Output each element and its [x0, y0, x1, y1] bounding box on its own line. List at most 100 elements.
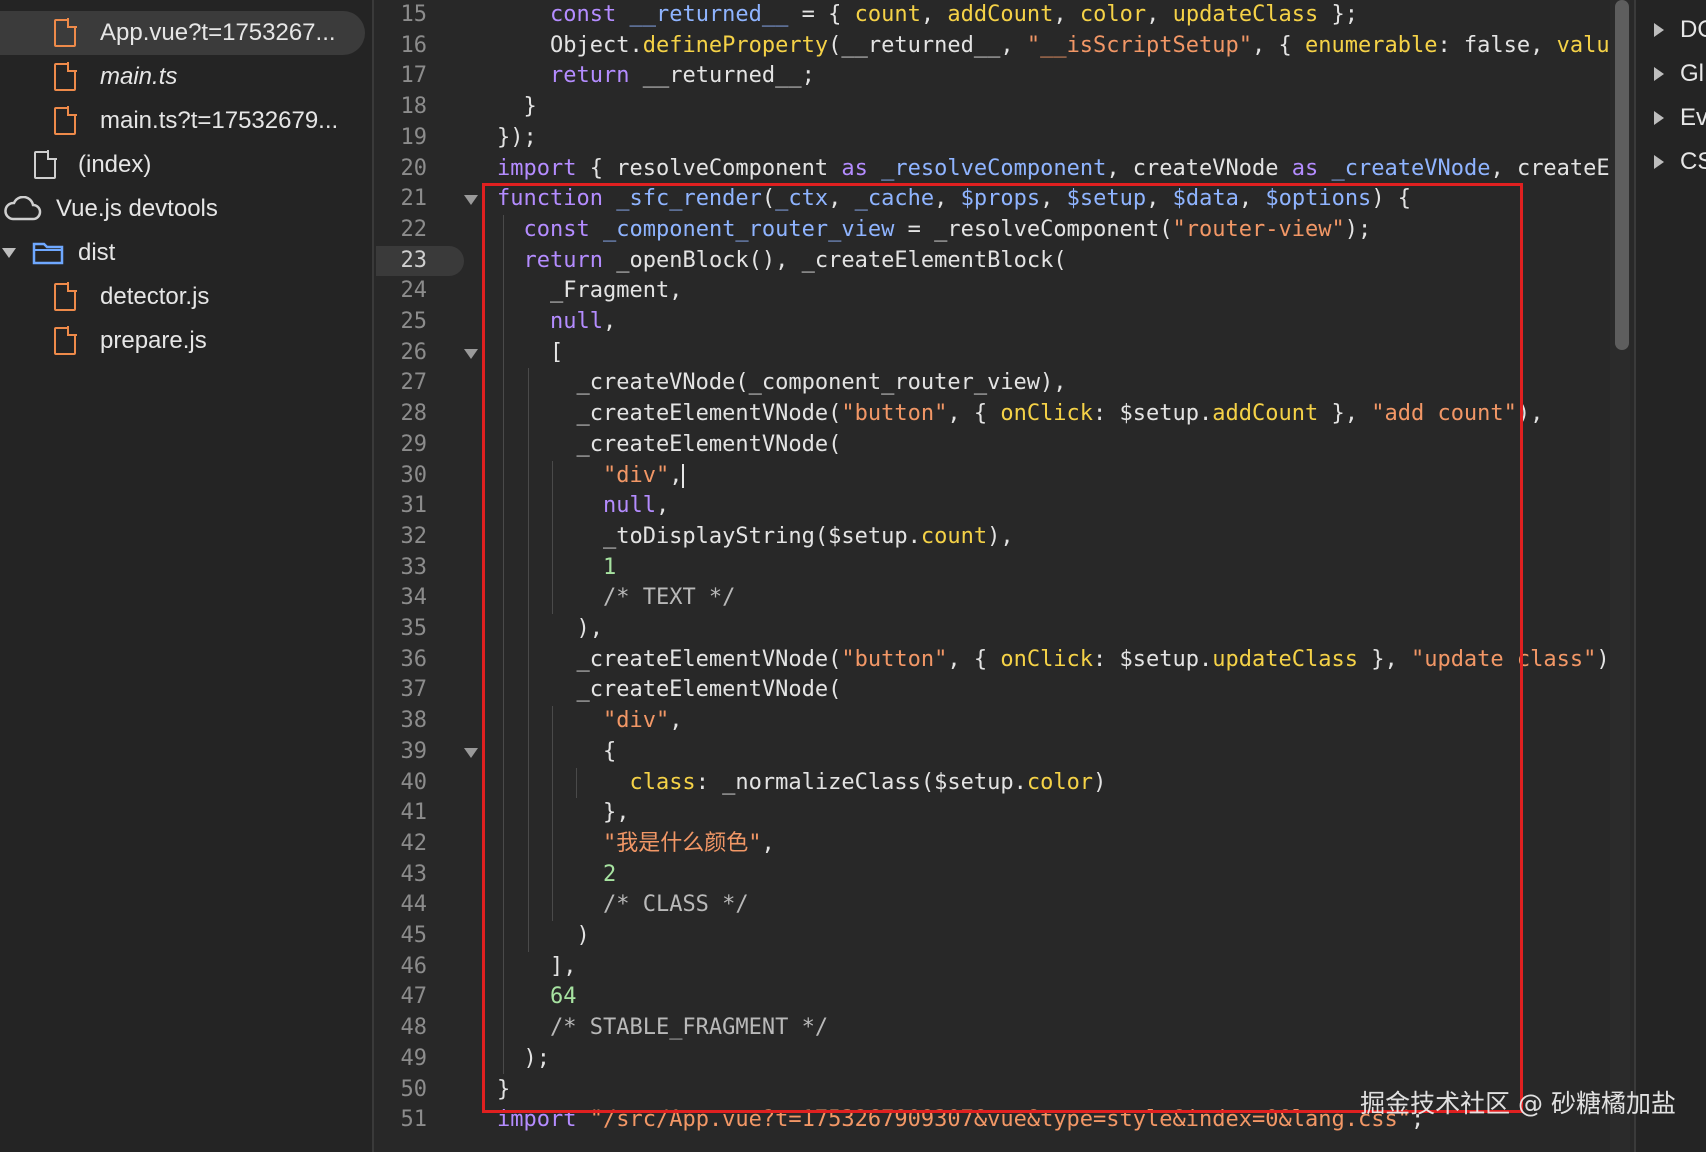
line-number[interactable]: 45 [376, 921, 451, 951]
line-number[interactable]: 15 [376, 0, 451, 30]
line-number[interactable]: 44 [376, 890, 451, 920]
panel-section-do[interactable]: DO [1654, 15, 1706, 45]
panel-section-gl[interactable]: Gl [1654, 59, 1704, 89]
code-token: }); [497, 124, 537, 150]
line-number[interactable]: 25 [376, 307, 451, 337]
code-line[interactable]: }, [497, 798, 630, 828]
code-line[interactable]: return _openBlock(), _createElementBlock… [497, 246, 1067, 276]
code-line[interactable]: 1 [497, 553, 616, 583]
code-line[interactable]: { [497, 737, 616, 767]
code-line[interactable]: "div", [497, 706, 682, 736]
fold-toggle-icon[interactable] [464, 747, 478, 758]
line-number[interactable]: 34 [376, 583, 451, 613]
code-line[interactable]: null, [497, 491, 669, 521]
code-line[interactable]: _createElementVNode( [497, 675, 841, 705]
code-line[interactable]: }); [497, 123, 537, 153]
code-line[interactable]: const __returned__ = { count, addCount, … [497, 0, 1358, 30]
line-number[interactable]: 43 [376, 860, 451, 890]
code-line[interactable]: function _sfc_render(_ctx, _cache, $prop… [497, 184, 1411, 214]
scrollbar-thumb[interactable] [1615, 0, 1629, 350]
chevron-right-icon[interactable] [1654, 23, 1664, 37]
line-number[interactable]: 19 [376, 123, 451, 153]
file-item-index[interactable]: (index) [0, 143, 370, 187]
tree-item-dist-folder[interactable]: dist [0, 231, 370, 275]
code-line[interactable]: import { resolveComponent as _resolveCom… [497, 154, 1610, 184]
code-line[interactable]: /* TEXT */ [497, 583, 735, 613]
code-line[interactable]: } [497, 92, 536, 122]
file-item-main-ts[interactable]: main.ts [0, 55, 370, 99]
line-number[interactable]: 49 [376, 1044, 451, 1074]
line-number[interactable]: 18 [376, 92, 451, 122]
code-token: count [854, 2, 921, 27]
code-line[interactable]: null, [497, 307, 616, 337]
line-number[interactable]: 46 [376, 952, 451, 982]
code-line[interactable]: "我是什么颜色", [497, 829, 775, 859]
code-line[interactable]: ) [497, 921, 589, 951]
code-line[interactable]: 64 [497, 982, 577, 1012]
line-number[interactable]: 27 [376, 368, 451, 398]
code-line[interactable]: _Fragment, [497, 276, 682, 306]
panel-section-cs[interactable]: CS [1654, 147, 1706, 177]
code-line[interactable]: import "/src/App.vue?t=1753267909307&vue… [497, 1105, 1424, 1135]
tree-item-vue-devtools[interactable]: Vue.js devtools [0, 187, 370, 231]
code-line[interactable]: ], [497, 952, 577, 982]
code-line[interactable]: } [497, 1075, 510, 1105]
code-line[interactable]: "div", [497, 461, 685, 491]
line-number[interactable]: 32 [376, 522, 451, 552]
code-line[interactable]: return __returned__; [497, 61, 815, 91]
chevron-right-icon[interactable] [1654, 111, 1664, 125]
code-line[interactable]: const _component_router_view = _resolveC… [497, 215, 1372, 245]
code-line[interactable]: _createElementVNode("button", { onClick:… [497, 645, 1609, 675]
code-line[interactable]: _createVNode(_component_router_view), [497, 368, 1066, 398]
code-line[interactable]: _createElementVNode( [497, 430, 841, 460]
file-item-detector-js[interactable]: detector.js [0, 275, 370, 319]
code-line[interactable]: Object.defineProperty(__returned__, "__i… [497, 31, 1610, 61]
line-number[interactable]: 42 [376, 829, 451, 859]
line-number[interactable]: 17 [376, 61, 451, 91]
chevron-down-icon[interactable] [2, 248, 16, 258]
code-line[interactable]: class: _normalizeClass($setup.color) [497, 768, 1106, 798]
line-number[interactable]: 47 [376, 982, 451, 1012]
code-line[interactable]: /* CLASS */ [497, 890, 749, 920]
file-item-prepare-js[interactable]: prepare.js [0, 319, 370, 363]
line-number[interactable]: 41 [376, 798, 451, 828]
panel-section-ev[interactable]: Ev [1654, 103, 1706, 133]
line-number[interactable]: 50 [376, 1075, 451, 1105]
line-number[interactable]: 37 [376, 675, 451, 705]
fold-toggle-icon[interactable] [464, 195, 478, 206]
line-number[interactable]: 23 [376, 245, 464, 276]
line-number[interactable]: 33 [376, 553, 451, 583]
file-item-main-ts-timestamp[interactable]: main.ts?t=17532679... [0, 99, 370, 143]
line-number[interactable]: 38 [376, 706, 451, 736]
file-item-app-vue-timestamp[interactable]: App.vue?t=1753267... [0, 11, 365, 55]
line-number[interactable]: 24 [376, 276, 451, 306]
code-line[interactable]: 2 [497, 860, 616, 890]
chevron-right-icon[interactable] [1654, 155, 1664, 169]
code-editor[interactable]: 15 16 17 18 19 20 21 22 23 24 25 26 27 28 29 30 31 32 33 34… [376, 0, 1630, 1152]
chevron-right-icon[interactable] [1654, 67, 1664, 81]
code-line[interactable]: ), [497, 614, 603, 644]
line-number[interactable]: 20 [376, 154, 451, 184]
line-number[interactable]: 21 [376, 184, 451, 214]
line-number[interactable]: 51 [376, 1105, 451, 1135]
line-number[interactable]: 39 [376, 737, 451, 767]
line-number[interactable]: 26 [376, 338, 451, 368]
code-line[interactable]: [ [497, 338, 563, 368]
line-number[interactable]: 22 [376, 215, 451, 245]
line-number[interactable]: 31 [376, 491, 451, 521]
fold-toggle-icon[interactable] [464, 348, 478, 359]
code-line[interactable]: _createElementVNode("button", { onClick:… [497, 399, 1543, 429]
line-number[interactable]: 48 [376, 1013, 451, 1043]
line-number[interactable]: 30 [376, 461, 451, 491]
line-number[interactable]: 16 [376, 31, 451, 61]
line-number[interactable]: 28 [376, 399, 451, 429]
line-number[interactable]: 40 [376, 768, 451, 798]
code-line[interactable]: ); [497, 1044, 550, 1074]
line-number[interactable]: 36 [376, 645, 451, 675]
line-number[interactable]: 29 [376, 430, 451, 460]
code-line[interactable]: /* STABLE_FRAGMENT */ [497, 1013, 828, 1043]
line-number[interactable]: 35 [376, 614, 451, 644]
code-line[interactable]: _toDisplayString($setup.count), [497, 522, 1014, 552]
